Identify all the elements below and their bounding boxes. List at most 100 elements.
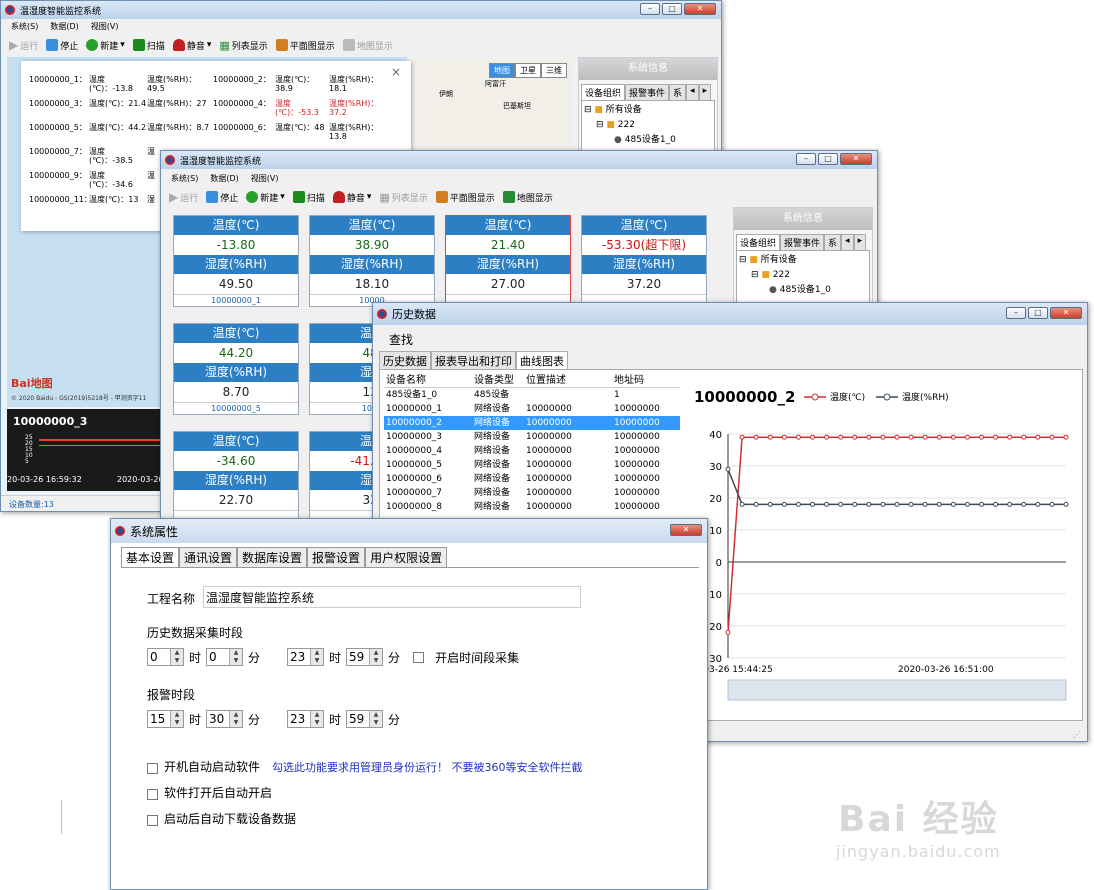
title-bar[interactable]: 历史数据 – □ ✕ bbox=[373, 303, 1087, 325]
map-tab-3d[interactable]: 三维 bbox=[541, 63, 567, 78]
plan-view-button[interactable]: 平面图显示 bbox=[275, 39, 335, 52]
alarm-start-hour-spin[interactable]: 15 ▲ ▼ bbox=[147, 710, 184, 728]
tree-item-485[interactable]: ● 485设备1_0 bbox=[584, 133, 712, 148]
enable-period-checkbox[interactable] bbox=[413, 651, 425, 663]
maximize-button[interactable]: □ bbox=[818, 153, 838, 165]
tab-alarm[interactable]: 报警设置 bbox=[307, 547, 366, 568]
tab-system[interactable]: 系 bbox=[669, 84, 687, 100]
device-card[interactable]: 温度(℃) 44.20 湿度(%RH) 8.70 10000000_5 bbox=[173, 323, 299, 415]
maximize-button[interactable]: □ bbox=[1028, 307, 1048, 319]
tab-report-export[interactable]: 报表导出和打印 bbox=[431, 351, 516, 371]
col-location[interactable]: 位置描述 bbox=[524, 374, 612, 387]
tab-alarm-events[interactable]: 报警事件 bbox=[625, 84, 670, 100]
table-row[interactable]: 10000000_2 网络设备 10000000 10000000 bbox=[384, 416, 680, 430]
minimize-button[interactable]: – bbox=[1006, 307, 1026, 319]
alarm-start-minute-spin[interactable]: 30 ▲ ▼ bbox=[206, 710, 244, 728]
tab-device-org[interactable]: 设备组织 bbox=[581, 84, 626, 100]
table-row[interactable]: 10000000_3 网络设备 10000000 10000000 bbox=[384, 430, 680, 444]
device-card[interactable]: 温度(℃) 38.90 湿度(%RH) 18.10 10000 bbox=[309, 215, 435, 307]
stop-button[interactable]: 停止 bbox=[46, 39, 78, 52]
title-bar[interactable]: 温湿度智能监控系统 – □ ✕ bbox=[1, 1, 721, 19]
close-button[interactable]: ✕ bbox=[1050, 307, 1082, 319]
tree-item-all[interactable]: ⊟ ■ 所有设备 bbox=[739, 253, 867, 268]
col-name[interactable]: 设备名称 bbox=[384, 374, 472, 387]
device-card[interactable]: 温度(℃) -53.30(超下限) 湿度(%RH) 37.20 bbox=[581, 215, 707, 307]
spin-arrows-icon[interactable]: ▲ ▼ bbox=[310, 649, 324, 665]
menu-view[interactable]: 视图(V) bbox=[251, 173, 279, 184]
tree-item-all[interactable]: ⊟ ■ 所有设备 bbox=[584, 103, 712, 118]
close-button[interactable]: ✕ bbox=[684, 3, 716, 15]
scan-button[interactable]: 扫描 bbox=[132, 39, 165, 52]
close-button[interactable]: ✕ bbox=[670, 524, 702, 536]
table-row[interactable]: 10000000_1 网络设备 10000000 10000000 bbox=[384, 402, 680, 416]
table-row[interactable]: 10000000_5 网络设备 10000000 10000000 bbox=[384, 458, 680, 472]
tab-scroll-right[interactable]: ▸ bbox=[698, 84, 712, 100]
list-view-button[interactable]: ▦ 列表显示 bbox=[379, 191, 427, 204]
table-row[interactable]: 10000000_8 网络设备 10000000 10000000 bbox=[384, 500, 680, 514]
tab-database[interactable]: 数据库设置 bbox=[237, 547, 308, 568]
table-row[interactable]: 485设备1_0 485设备 1 bbox=[384, 388, 680, 402]
alarm-end-minute-spin[interactable]: 59 ▲ ▼ bbox=[346, 710, 384, 728]
tab-communication[interactable]: 通讯设置 bbox=[179, 547, 238, 568]
tree-item-222[interactable]: ⊟ ■ 222 bbox=[584, 118, 712, 133]
new-button[interactable]: 新建 ▾ bbox=[246, 191, 285, 204]
map-view-button[interactable]: 地图显示 bbox=[342, 39, 393, 52]
title-bar[interactable]: 温湿度智能监控系统 – □ ✕ bbox=[161, 151, 877, 169]
menu-view[interactable]: 视图(V) bbox=[91, 21, 119, 32]
close-button[interactable]: ✕ bbox=[840, 153, 872, 165]
tab-basic[interactable]: 基本设置 bbox=[121, 547, 180, 568]
alarm-end-hour-spin[interactable]: 23 ▲ ▼ bbox=[287, 710, 325, 728]
minimize-button[interactable]: – bbox=[640, 3, 660, 15]
run-button[interactable]: ▶ 运行 bbox=[9, 38, 38, 52]
autodownload-checkbox[interactable] bbox=[147, 814, 158, 826]
tab-alarm-events[interactable]: 报警事件 bbox=[780, 234, 825, 250]
menu-data[interactable]: 数据(D) bbox=[210, 173, 238, 184]
table-row[interactable]: 10000000_7 网络设备 10000000 10000000 bbox=[384, 486, 680, 500]
autostart-checkbox[interactable] bbox=[147, 762, 158, 774]
maximize-button[interactable]: □ bbox=[662, 3, 682, 15]
tree-item-485[interactable]: ● 485设备1_0 bbox=[739, 283, 867, 298]
tree-item-222[interactable]: ⊟ ■ 222 bbox=[739, 268, 867, 283]
map-tab-satellite[interactable]: 卫星 bbox=[515, 63, 541, 78]
device-card[interactable]: 温度(℃) -34.60 湿度(%RH) 22.70 bbox=[173, 431, 299, 519]
device-card[interactable]: 温度(℃) -13.80 湿度(%RH) 49.50 10000000_1 bbox=[173, 215, 299, 307]
col-type[interactable]: 设备类型 bbox=[472, 374, 524, 387]
mute-button[interactable]: 静音 ▾ bbox=[172, 39, 211, 52]
tab-scroll-left[interactable]: ◂ bbox=[686, 84, 699, 100]
new-button[interactable]: 新建 ▾ bbox=[86, 39, 125, 52]
history-end-hour-spin[interactable]: 23 ▲ ▼ bbox=[287, 648, 325, 666]
history-start-hour-spin[interactable]: 0 ▲ ▼ bbox=[147, 648, 184, 666]
tab-scroll-right[interactable]: ▸ bbox=[853, 234, 867, 250]
map-tab-map[interactable]: 地图 bbox=[489, 63, 515, 78]
scan-button[interactable]: 扫描 bbox=[292, 191, 325, 204]
spin-arrows-icon[interactable]: ▲ ▼ bbox=[369, 649, 383, 665]
map-view-button[interactable]: 地图显示 bbox=[502, 191, 553, 204]
project-name-input[interactable] bbox=[203, 586, 581, 608]
tab-permissions[interactable]: 用户权限设置 bbox=[365, 547, 448, 568]
table-row[interactable]: 10000000_4 网络设备 10000000 10000000 bbox=[384, 444, 680, 458]
mute-button[interactable]: 静音 ▾ bbox=[332, 191, 371, 204]
list-view-button[interactable]: ▦ 列表显示 bbox=[219, 39, 267, 52]
device-card[interactable]: 温度(℃) 21.40 湿度(%RH) 27.00 bbox=[445, 215, 571, 307]
spin-arrows-icon[interactable]: ▲ ▼ bbox=[170, 711, 183, 727]
tab-history-data[interactable]: 历史数据 bbox=[379, 351, 431, 371]
menu-system[interactable]: 系统(S) bbox=[171, 173, 198, 184]
spin-arrows-icon[interactable]: ▲ ▼ bbox=[369, 711, 383, 727]
tab-scroll-left[interactable]: ◂ bbox=[841, 234, 854, 250]
spin-arrows-icon[interactable]: ▲ ▼ bbox=[170, 649, 183, 665]
menu-system[interactable]: 系统(S) bbox=[11, 21, 38, 32]
title-bar[interactable]: 系统属性 ✕ bbox=[111, 519, 707, 543]
tab-curve-chart[interactable]: 曲线图表 bbox=[516, 351, 568, 371]
history-end-minute-spin[interactable]: 59 ▲ ▼ bbox=[346, 648, 384, 666]
autoopen-checkbox[interactable] bbox=[147, 788, 158, 800]
spin-arrows-icon[interactable]: ▲ ▼ bbox=[229, 711, 243, 727]
stop-button[interactable]: 停止 bbox=[206, 191, 238, 204]
tab-system[interactable]: 系 bbox=[824, 234, 842, 250]
minimize-button[interactable]: – bbox=[796, 153, 816, 165]
resize-grip-icon[interactable]: ⋰ bbox=[1073, 730, 1081, 739]
search-button[interactable]: 查找 bbox=[389, 331, 413, 348]
run-button[interactable]: ▶ 运行 bbox=[169, 190, 198, 204]
history-start-minute-spin[interactable]: 0 ▲ ▼ bbox=[206, 648, 244, 666]
menu-data[interactable]: 数据(D) bbox=[50, 21, 78, 32]
spin-arrows-icon[interactable]: ▲ ▼ bbox=[310, 711, 324, 727]
